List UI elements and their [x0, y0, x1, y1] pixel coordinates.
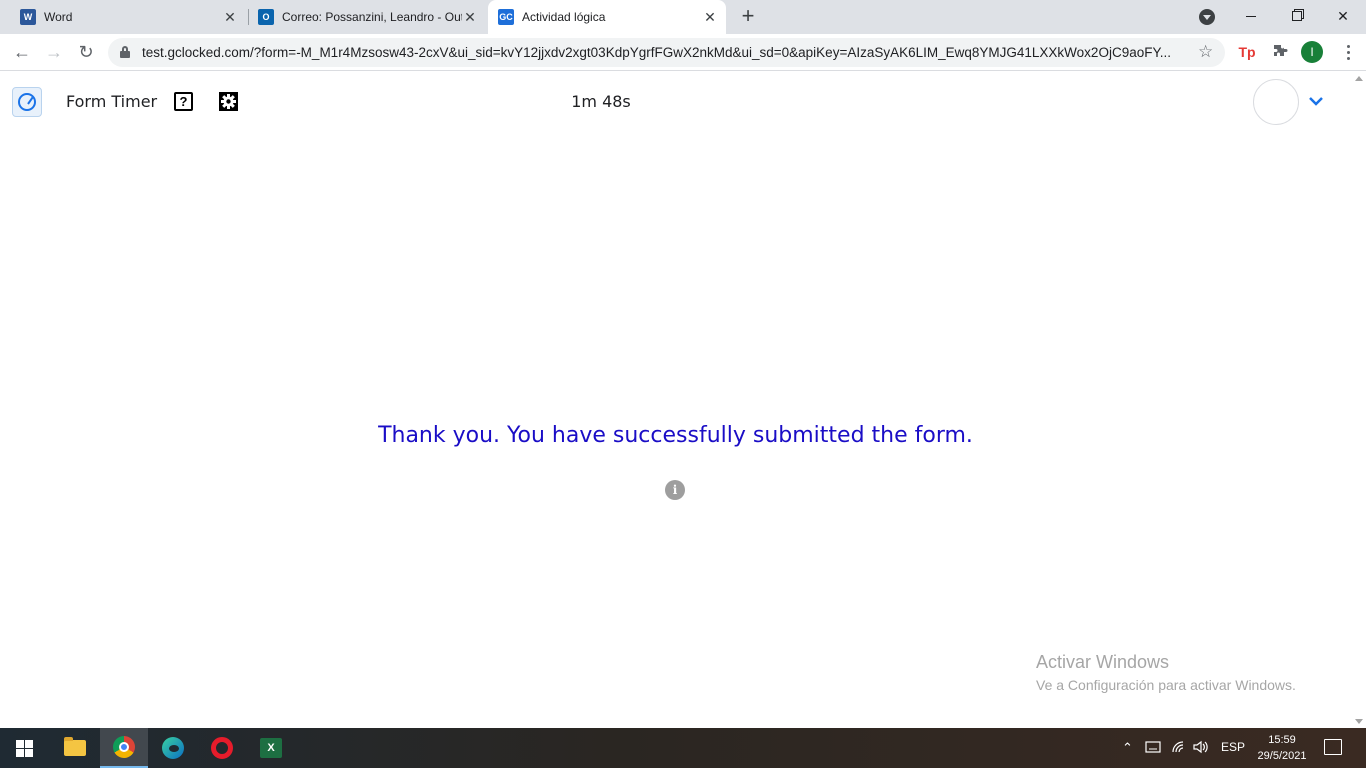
close-icon[interactable]: ✕: [462, 9, 478, 25]
reload-icon: ↻: [78, 41, 94, 62]
user-avatar[interactable]: [1253, 79, 1299, 125]
help-icon[interactable]: ?: [174, 92, 193, 111]
outlook-icon: O: [258, 9, 274, 25]
forward-button[interactable]: →: [42, 40, 66, 64]
folder-icon: [64, 737, 86, 756]
back-button[interactable]: ←: [10, 40, 34, 64]
tab-outlook[interactable]: O Correo: Possanzini, Leandro - Out ✕: [250, 0, 484, 34]
page-scrollbar[interactable]: [1351, 72, 1366, 728]
word-icon: W: [20, 9, 36, 25]
chrome-icon: [113, 736, 135, 758]
extension-tp-icon[interactable]: Tp: [1237, 42, 1257, 62]
clock-time: 15:59: [1268, 734, 1296, 746]
bookmark-star-icon[interactable]: ☆: [1198, 42, 1213, 62]
activation-watermark-subtitle: Ve a Configuración para activar Windows.: [1036, 677, 1296, 693]
page-content: Form Timer ? 1m 48s Thank you. You have …: [0, 72, 1351, 728]
taskbar-edge[interactable]: [149, 728, 197, 768]
tab-word[interactable]: W Word ✕: [12, 0, 244, 34]
scroll-down-icon[interactable]: [1355, 719, 1363, 724]
keyboard-layout-icon[interactable]: [1145, 740, 1161, 757]
scroll-up-icon[interactable]: [1355, 76, 1363, 81]
minimize-icon: [1246, 15, 1256, 17]
tab-label: Actividad lógica: [522, 10, 606, 24]
close-icon[interactable]: ✕: [702, 9, 718, 25]
clock-date: 29/5/2021: [1257, 750, 1307, 762]
url-text[interactable]: test.gclocked.com/?form=-M_M1r4Mzsosw43-…: [142, 45, 1182, 60]
excel-icon: X: [260, 738, 282, 758]
close-window-button[interactable]: ✕: [1320, 0, 1366, 32]
profile-avatar[interactable]: I: [1301, 41, 1323, 63]
input-language[interactable]: ESP: [1221, 740, 1245, 754]
volume-icon[interactable]: [1193, 740, 1209, 757]
close-icon[interactable]: ✕: [222, 9, 238, 25]
browser-tab-strip: W Word ✕ O Correo: Possanzini, Leandro -…: [0, 0, 1366, 34]
new-tab-button[interactable]: +: [736, 5, 760, 29]
activation-watermark-title: Activar Windows: [1036, 652, 1170, 672]
windows-logo-icon: [15, 739, 33, 757]
back-arrow-icon: ←: [13, 41, 31, 62]
edge-icon: [162, 737, 184, 759]
notifications-icon[interactable]: [1324, 739, 1342, 755]
gc-icon: GC: [498, 9, 514, 25]
start-button[interactable]: [0, 728, 48, 768]
reload-button[interactable]: ↻: [74, 40, 98, 64]
minimize-button[interactable]: [1228, 0, 1274, 32]
browser-toolbar: ← → ↻ test.gclocked.com/?form=-M_M1r4Mzs…: [0, 34, 1366, 71]
system-clock[interactable]: 15:59 29/5/2021: [1252, 732, 1312, 764]
form-timer-logo: [12, 87, 42, 117]
chevron-down-icon[interactable]: [1308, 93, 1324, 109]
taskbar-file-explorer[interactable]: [51, 728, 99, 768]
taskbar-opera[interactable]: [198, 728, 246, 768]
restore-icon: [1292, 11, 1302, 21]
gear-icon[interactable]: [219, 92, 238, 111]
app-title: Form Timer: [66, 92, 158, 111]
extensions-puzzle-icon[interactable]: [1270, 42, 1290, 62]
close-icon: ✕: [1337, 7, 1349, 24]
show-hidden-icons-icon[interactable]: ⌃: [1122, 740, 1133, 756]
tab-actividad-logica[interactable]: GC Actividad lógica ✕: [488, 0, 726, 34]
taskbar-excel[interactable]: X: [247, 728, 295, 768]
taskbar-chrome[interactable]: [100, 728, 148, 768]
submission-message: Thank you. You have successfully submitt…: [378, 423, 973, 448]
elapsed-timer: 1m 48s: [571, 92, 631, 111]
tab-label: Word: [44, 10, 73, 24]
info-icon[interactable]: i: [665, 480, 685, 500]
address-bar[interactable]: test.gclocked.com/?form=-M_M1r4Mzsosw43-…: [108, 38, 1225, 67]
forward-arrow-icon: →: [45, 41, 63, 62]
windows-taskbar: X ⌃ ESP 15:59 29/5/2021: [0, 728, 1366, 768]
tab-divider: [248, 9, 249, 25]
restore-button[interactable]: [1274, 0, 1320, 32]
wifi-icon[interactable]: [1171, 740, 1187, 757]
tab-label: Correo: Possanzini, Leandro - Out: [282, 10, 462, 24]
lock-icon: [120, 46, 130, 58]
browser-menu-icon[interactable]: [1340, 42, 1356, 62]
tab-search-icon[interactable]: [1199, 9, 1215, 25]
opera-icon: [211, 737, 233, 759]
